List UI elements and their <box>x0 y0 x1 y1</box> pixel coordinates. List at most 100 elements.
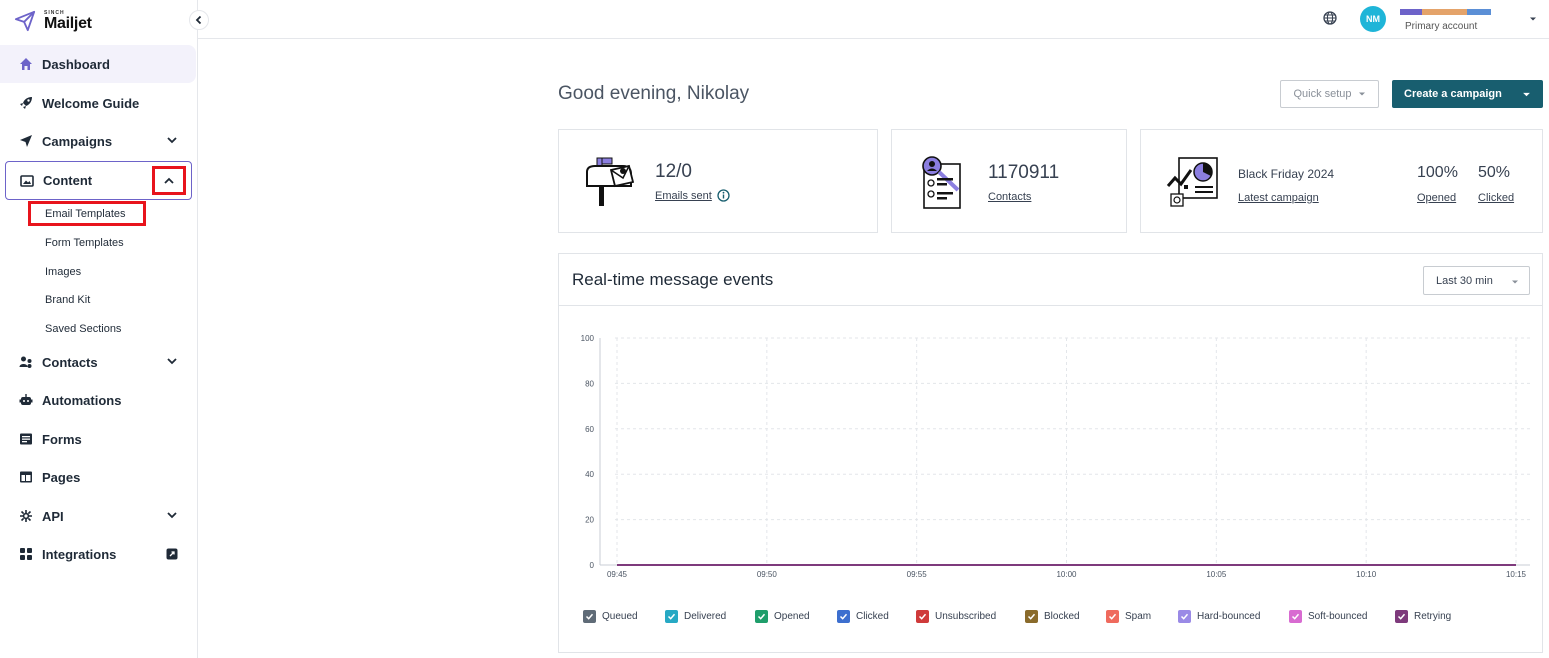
legend-label: Unsubscribed <box>935 611 997 622</box>
chevron-down-icon[interactable] <box>166 509 178 521</box>
contacts-link[interactable]: Contacts <box>988 191 1031 203</box>
checkbox-checked-icon[interactable] <box>755 610 768 623</box>
sidebar-item-automations[interactable]: Automations <box>0 381 196 419</box>
legend-label: Blocked <box>1044 611 1080 622</box>
sidebar-item-pages[interactable]: Pages <box>0 458 196 496</box>
checkbox-checked-icon[interactable] <box>665 610 678 623</box>
sidebar-item-api[interactable]: API <box>0 497 196 535</box>
x-tick-label: 09:45 <box>607 570 628 579</box>
info-icon[interactable] <box>717 189 730 202</box>
checkbox-checked-icon[interactable] <box>1395 610 1408 623</box>
clicked-rate-value: 50% <box>1478 164 1511 181</box>
contacts-icon <box>18 354 34 370</box>
opened-link[interactable]: Opened <box>1417 192 1456 204</box>
avatar[interactable]: NM <box>1360 6 1386 32</box>
legend-item-soft-bounced[interactable]: Soft-bounced <box>1289 610 1368 623</box>
legend-item-clicked[interactable]: Clicked <box>837 610 889 623</box>
time-range-value: Last 30 min <box>1436 274 1493 287</box>
events-title: Real-time message events <box>572 270 774 289</box>
sidebar-item-contacts[interactable]: Contacts <box>0 343 196 381</box>
sidebar-item-forms[interactable]: Forms <box>0 420 196 458</box>
sidebar-item-integrations[interactable]: Integrations <box>0 535 196 573</box>
x-tick-label: 10:05 <box>1206 570 1227 579</box>
events-line-chart: 0 20 40 60 80 100 09:45 09:50 09:55 10:00 10:05 10:… <box>581 334 1530 579</box>
events-header: Real-time message events Last 30 min <box>559 254 1542 306</box>
legend-label: Queued <box>602 611 638 622</box>
topbar: NM Primary account <box>198 0 1549 39</box>
sidebar-item-label: Campaigns <box>42 133 113 149</box>
legend-item-blocked[interactable]: Blocked <box>1025 610 1080 623</box>
globe-icon[interactable] <box>1323 11 1337 25</box>
y-tick-label: 0 <box>590 561 595 570</box>
checkbox-checked-icon[interactable] <box>1289 610 1302 623</box>
rocket-icon <box>18 95 34 111</box>
create-campaign-label: Create a campaign <box>1404 88 1502 100</box>
sidebar-item-welcome-guide[interactable]: Welcome Guide <box>0 84 196 122</box>
x-tick-label: 09:50 <box>757 570 778 579</box>
sidebar-item-content[interactable]: Content <box>5 161 192 200</box>
legend-label: Retrying <box>1414 611 1452 622</box>
checkbox-checked-icon[interactable] <box>583 610 596 623</box>
emails-sent-card: 12/0 Emails sent <box>558 129 878 233</box>
sidebar-item-label: Dashboard <box>42 56 110 72</box>
sidebar-subitem-saved-sections[interactable]: Saved Sections <box>45 323 121 335</box>
legend-label: Spam <box>1125 611 1152 622</box>
x-tick-label: 10:10 <box>1356 570 1377 579</box>
caret-down-icon[interactable] <box>1528 14 1538 24</box>
checkbox-checked-icon[interactable] <box>1025 610 1038 623</box>
sidebar-item-label: API <box>42 508 64 524</box>
brand-name: Mailjet <box>44 14 92 32</box>
quick-setup-button[interactable]: Quick setup <box>1280 80 1379 108</box>
api-icon <box>18 508 34 524</box>
checkbox-checked-icon[interactable] <box>837 610 850 623</box>
account-label[interactable]: Primary account <box>1405 21 1477 32</box>
chevron-down-icon[interactable] <box>166 355 178 367</box>
send-icon <box>18 133 34 149</box>
time-range-select[interactable]: Last 30 min <box>1423 266 1530 295</box>
sidebar-subitem-form-templates[interactable]: Form Templates <box>45 237 124 249</box>
sidebar-item-label: Pages <box>42 469 81 485</box>
checkbox-checked-icon[interactable] <box>916 610 929 623</box>
latest-campaign-link[interactable]: Latest campaign <box>1238 192 1319 204</box>
legend-item-hard-bounced[interactable]: Hard-bounced <box>1178 610 1260 623</box>
legend-item-opened[interactable]: Opened <box>755 610 810 623</box>
paper-plane-logo-icon <box>14 10 36 32</box>
sidebar-item-label: Content <box>43 173 93 188</box>
campaign-name: Black Friday 2024 <box>1238 167 1335 181</box>
chevron-down-icon[interactable] <box>166 134 178 146</box>
legend-item-delivered[interactable]: Delivered <box>665 610 726 623</box>
sidebar-item-dashboard[interactable]: Dashboard <box>0 45 196 83</box>
legend-label: Delivered <box>684 611 727 622</box>
legend-item-queued[interactable]: Queued <box>583 610 638 623</box>
clicked-link[interactable]: Clicked <box>1478 192 1514 204</box>
x-tick-label: 09:55 <box>907 570 928 579</box>
account-color-bar <box>1400 9 1491 15</box>
analytics-illustration-icon <box>1166 157 1218 207</box>
emails-sent-link[interactable]: Emails sent <box>655 190 712 202</box>
legend-item-spam[interactable]: Spam <box>1106 610 1151 623</box>
legend-label: Soft-bounced <box>1308 611 1368 622</box>
y-tick-label: 40 <box>585 470 594 479</box>
external-link-icon <box>166 548 178 560</box>
contacts-card: 1170911 Contacts <box>891 129 1127 233</box>
checkbox-checked-icon[interactable] <box>1178 610 1191 623</box>
legend-item-unsubscribed[interactable]: Unsubscribed <box>916 610 996 623</box>
caret-down-icon[interactable] <box>1522 90 1531 99</box>
legend-label: Hard-bounced <box>1197 611 1261 622</box>
caret-down-icon <box>1358 92 1365 96</box>
legend-item-retrying[interactable]: Retrying <box>1395 610 1451 623</box>
checkbox-checked-icon[interactable] <box>1106 610 1119 623</box>
quick-setup-label: Quick setup <box>1293 88 1352 100</box>
collapse-sidebar-button[interactable] <box>189 10 209 30</box>
page-greeting: Good evening, Nikolay <box>558 83 750 104</box>
sidebar-subitem-images[interactable]: Images <box>45 266 81 278</box>
create-campaign-button[interactable]: Create a campaign <box>1392 80 1543 108</box>
mailjet-logo[interactable]: SINCH Mailjet <box>14 10 92 32</box>
sidebar-item-campaigns[interactable]: Campaigns <box>0 122 196 160</box>
sidebar-subitem-email-templates[interactable]: Email Templates <box>45 208 126 220</box>
sidebar-subitem-brand-kit[interactable]: Brand Kit <box>45 294 90 306</box>
content-collapse-toggle[interactable] <box>152 166 186 195</box>
y-tick-label: 80 <box>585 379 594 388</box>
sidebar-item-label: Forms <box>42 431 82 447</box>
chevron-left-icon <box>195 15 202 25</box>
